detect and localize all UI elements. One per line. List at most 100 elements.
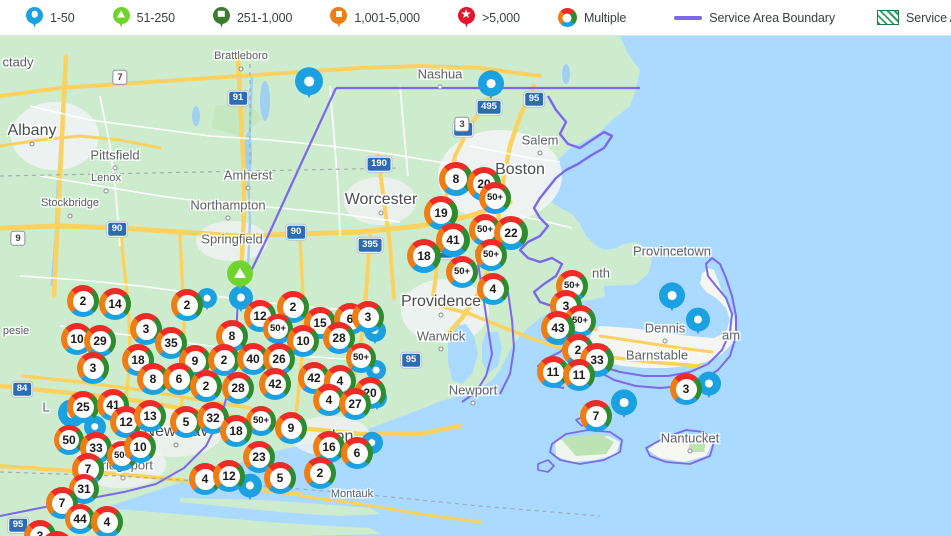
city-dot-icon <box>662 338 668 344</box>
cluster-count-label: 3 <box>357 306 379 328</box>
cluster-count-label: 19 <box>430 202 452 224</box>
map-cluster-marker[interactable]: 18 <box>407 239 441 273</box>
city-dot-icon <box>120 475 126 481</box>
cluster-count-label: 22 <box>500 222 522 244</box>
cluster-count-label: 35 <box>160 332 182 354</box>
cluster-count-label: 10 <box>292 330 314 352</box>
map-cluster-marker[interactable]: 14 <box>99 288 131 320</box>
pin-center-dot-icon <box>486 78 496 88</box>
cluster-count-label: 9 <box>280 417 302 439</box>
map-marker-single[interactable] <box>686 307 710 335</box>
highway-shield-icon: 190 <box>366 156 392 172</box>
service-area-swatch-icon <box>877 10 900 25</box>
cluster-count-label: 29 <box>89 330 111 352</box>
cluster-count-label: 11 <box>542 361 564 383</box>
pin-center-dot-icon <box>704 379 714 388</box>
legend-label-service-area: Service Area <box>906 10 951 25</box>
cluster-count-label: 50+ <box>480 244 502 266</box>
map-cluster-marker[interactable]: 3 <box>352 301 384 333</box>
cluster-count-label: 4 <box>482 278 504 300</box>
legend-item-multiple[interactable]: Multiple <box>557 0 626 36</box>
city-dot-icon <box>438 346 444 352</box>
map-cluster-marker[interactable]: 11 <box>563 359 595 391</box>
map-cluster-marker[interactable]: 13 <box>134 400 166 432</box>
legend-item-251-1000[interactable]: 251-1,000 <box>212 0 292 36</box>
pin-bulb-icon <box>686 307 710 332</box>
map-marker-single[interactable] <box>611 389 637 419</box>
map-cluster-marker[interactable]: 42 <box>259 368 291 400</box>
legend-label-1-50: 1-50 <box>50 10 75 25</box>
legend-item-1001-5000[interactable]: 1,001-5,000 <box>330 0 420 36</box>
map-cluster-marker[interactable]: 50+ <box>479 182 511 214</box>
map-cluster-marker[interactable]: 3 <box>77 352 109 384</box>
pin-center-dot-icon <box>91 423 99 431</box>
multi-ring-icon <box>557 8 577 27</box>
outage-map[interactable]: ctady Brattleboro Nashua Albany Pittsfield Am… <box>0 36 951 536</box>
highway-shield-icon: 395 <box>357 237 383 253</box>
cluster-count-label: 43 <box>547 317 569 339</box>
cluster-count-label: 2 <box>195 375 217 397</box>
map-cluster-marker[interactable]: 3 <box>670 373 702 405</box>
cluster-count-label: 4 <box>318 389 340 411</box>
map-cluster-marker[interactable]: 5 <box>264 462 296 494</box>
map-cluster-marker[interactable]: 6 <box>341 437 373 469</box>
cluster-count-label: 18 <box>225 420 247 442</box>
map-cluster-marker[interactable]: 12 <box>213 460 245 492</box>
map-cluster-marker[interactable]: 10 <box>124 431 156 463</box>
highway-shield-icon: 90 <box>286 224 306 240</box>
pin-center-dot-icon <box>245 481 255 490</box>
pin-square-icon <box>212 6 230 29</box>
legend-item-51-250[interactable]: 51-250 <box>112 0 175 36</box>
legend-item-1-50[interactable]: 1-50 <box>26 0 75 36</box>
map-cluster-marker[interactable]: 7 <box>580 400 612 432</box>
highway-shield-icon: 91 <box>228 90 248 106</box>
legend-item-service-area-boundary[interactable]: Service Area Boundary <box>674 0 835 36</box>
cluster-count-label: 4 <box>96 511 118 533</box>
map-cluster-marker[interactable]: 2 <box>304 457 336 489</box>
boundary-line-icon <box>674 15 703 20</box>
cluster-count-label: 2 <box>282 296 304 318</box>
cluster-count-label: 8 <box>445 168 467 190</box>
legend-item-service-area[interactable]: Service Area <box>877 0 951 36</box>
pin-center-dot-icon <box>693 315 703 324</box>
map-cluster-marker[interactable]: 2 <box>190 370 222 402</box>
cluster-count-label: 50 <box>59 430 79 450</box>
map-cluster-marker[interactable]: 9 <box>275 412 307 444</box>
pin-center-dot-icon <box>619 397 629 407</box>
map-cluster-marker[interactable]: 4 <box>477 273 509 305</box>
map-marker-single[interactable] <box>659 282 685 312</box>
map-cluster-marker[interactable]: 18 <box>220 415 252 447</box>
map-cluster-marker[interactable]: 4 <box>91 506 123 536</box>
highway-shield-icon: 495 <box>476 99 502 115</box>
cluster-count-label: 50+ <box>251 411 271 431</box>
pin-diamond-icon <box>330 6 348 29</box>
pin-circle-icon <box>26 6 43 29</box>
pin-bulb-icon <box>478 70 504 97</box>
cluster-count-label: 10 <box>129 436 151 458</box>
map-cluster-marker[interactable]: 2 <box>67 285 99 317</box>
map-marker-special[interactable] <box>227 260 253 290</box>
city-dot-icon <box>437 84 443 90</box>
cluster-count-label: 26 <box>268 348 290 370</box>
highway-shield-icon: 95 <box>524 91 544 107</box>
map-cluster-marker[interactable]: 50+ <box>446 256 478 288</box>
legend-label-1001-5000: 1,001-5,000 <box>354 10 420 25</box>
cluster-count-label: 2 <box>176 294 198 316</box>
map-cluster-marker[interactable]: 27 <box>339 388 371 420</box>
cluster-count-label: 2 <box>309 462 331 484</box>
city-dot-icon <box>378 210 384 216</box>
map-cluster-marker[interactable]: 50+ <box>475 239 507 271</box>
map-cluster-marker[interactable]: 25 <box>67 391 99 423</box>
city-dot-icon <box>112 165 118 171</box>
city-dot-icon <box>537 150 543 156</box>
cluster-count-label: 40 <box>242 348 264 370</box>
map-marker-single[interactable] <box>478 70 504 100</box>
pin-triangle-icon <box>112 6 130 29</box>
cluster-count-label: 18 <box>413 245 435 267</box>
map-cluster-marker[interactable]: 41 <box>436 223 470 257</box>
cluster-count-label: 3 <box>135 318 157 340</box>
legend-item-over-5000[interactable]: >5,000 <box>457 0 520 36</box>
map-cluster-marker[interactable]: 28 <box>222 372 254 404</box>
map-cluster-marker[interactable]: 2 <box>171 289 203 321</box>
map-marker-single[interactable] <box>295 67 323 99</box>
